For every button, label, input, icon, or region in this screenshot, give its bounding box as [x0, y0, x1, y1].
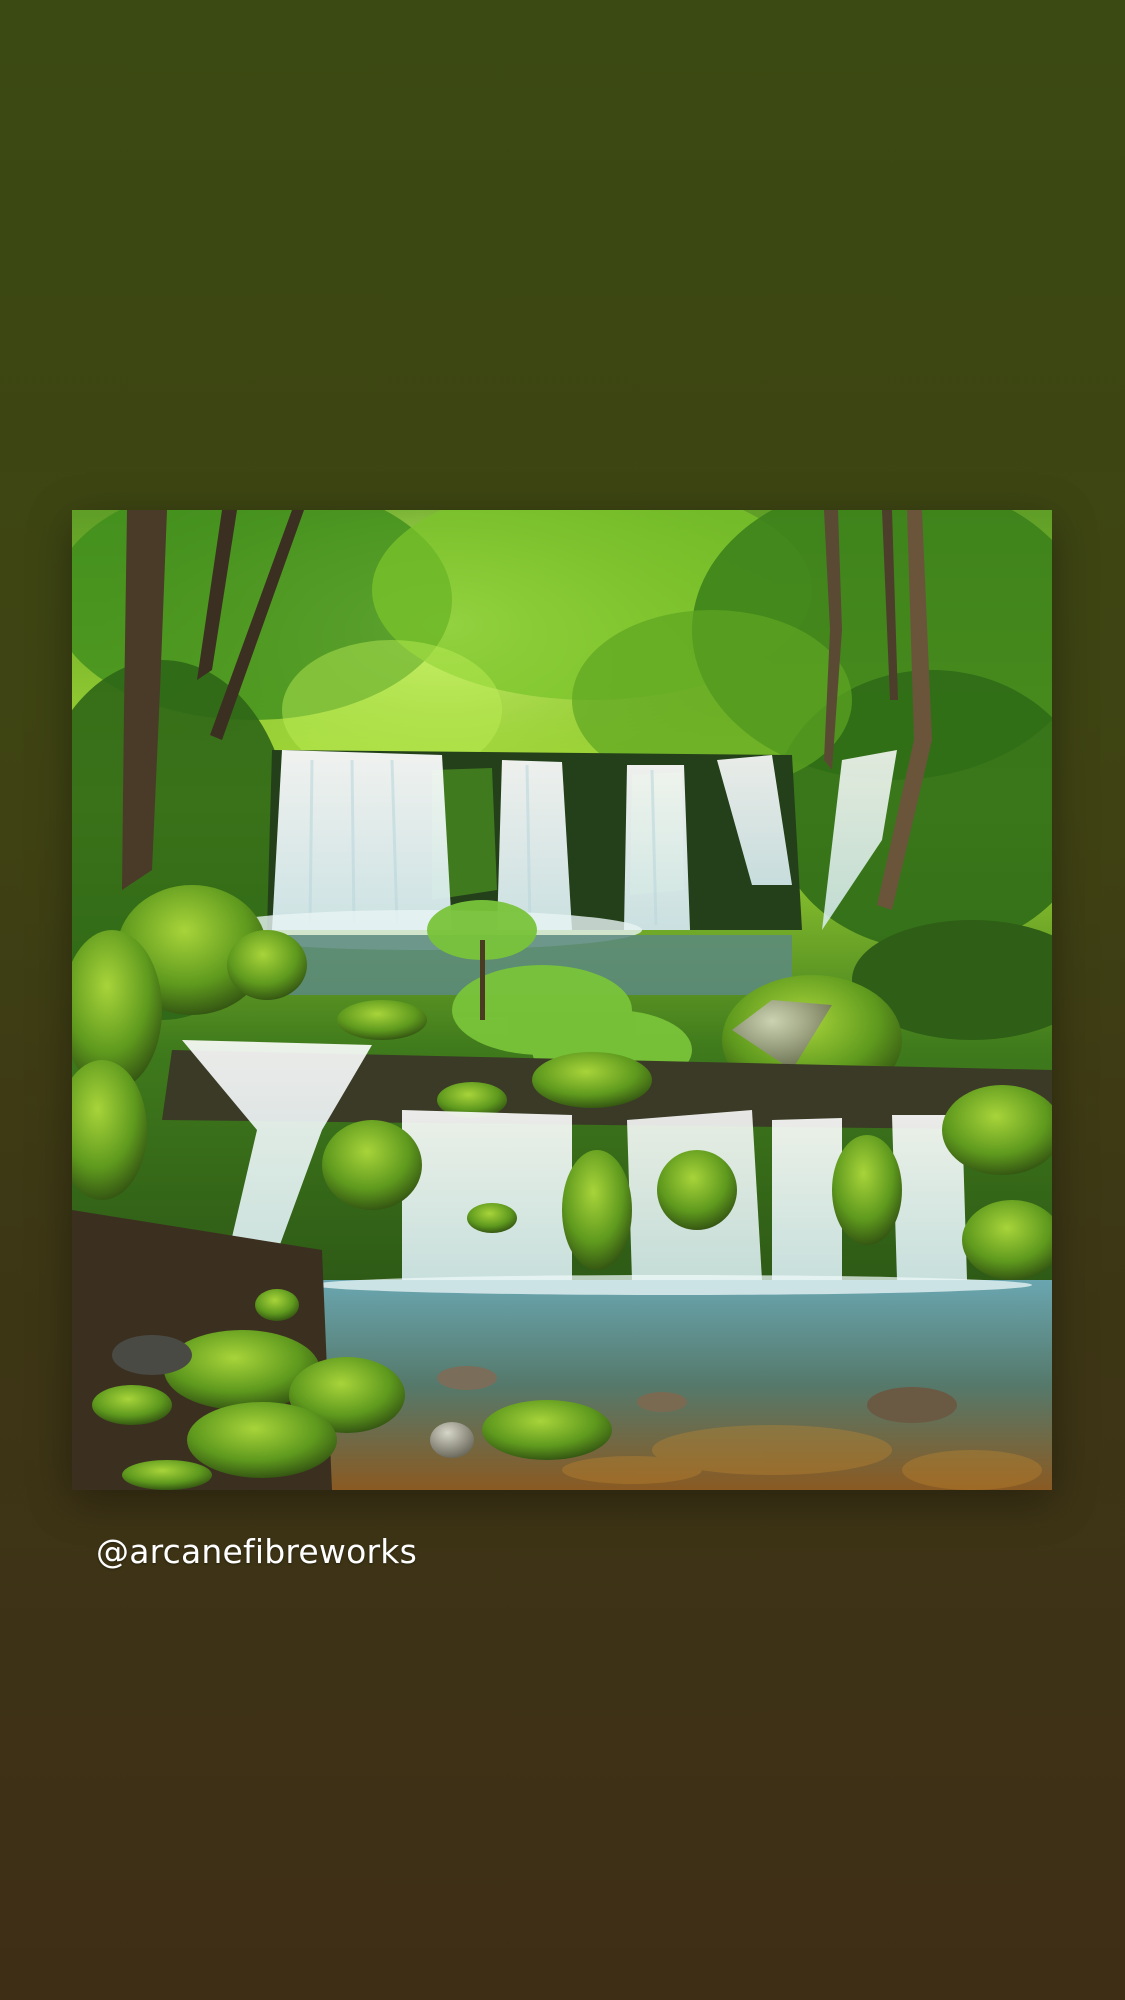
waterfall-photo	[72, 510, 1052, 1490]
waterfall-photo-icon	[72, 510, 1052, 1490]
username-sticker[interactable]: @arcanefibreworks	[96, 1532, 417, 1571]
